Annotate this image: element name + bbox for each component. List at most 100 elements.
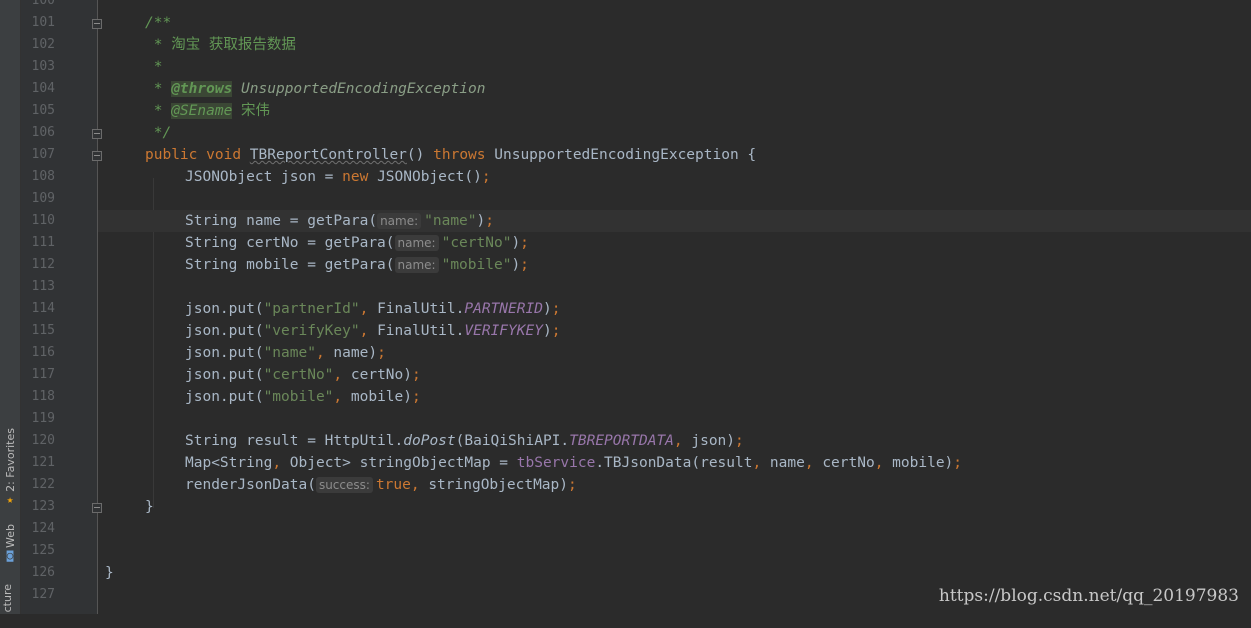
code-line: /** (98, 12, 1251, 34)
code-line: String mobile = getPara(name: "mobile"); (98, 254, 1251, 276)
close-paren: ) (368, 345, 378, 361)
string-literal: "certNo" (263, 367, 334, 383)
json-put: json.put( (185, 323, 264, 339)
code-line: */ (98, 122, 1251, 144)
comma: , (673, 433, 683, 449)
comment-blank: * (145, 59, 163, 75)
comma: , (804, 455, 814, 471)
semicolon: ; (551, 301, 561, 317)
string-mobile-decl: String mobile = getPara( (185, 257, 395, 273)
jsonobject-ctor: JSONObject() (377, 169, 482, 185)
line-number: 102 (31, 37, 55, 52)
star-icon: ★ (6, 492, 14, 506)
string-literal: "mobile" (441, 257, 512, 273)
line-number: 122 (31, 477, 55, 492)
code-line: } (98, 562, 1251, 584)
tbjson-call: .TBJsonData(result (595, 455, 753, 471)
line-number: 118 (31, 389, 55, 404)
json-put: json.put( (185, 301, 264, 317)
close-paren: ) (944, 455, 954, 471)
string-literal: "mobile" (263, 389, 334, 405)
line-number: 109 (31, 191, 55, 206)
web-icon: ◙ (6, 548, 14, 562)
line-number: 113 (31, 279, 55, 294)
keyword-true: true (375, 477, 411, 493)
semicolon: ; (520, 257, 529, 273)
keyword-void: void (206, 147, 242, 163)
close-paren: ) (542, 323, 552, 339)
structure-tab-label: cture (1, 584, 14, 613)
line-number: 114 (31, 301, 55, 316)
field-tbservice: tbService (516, 455, 596, 471)
javadoc-throws-tag: @throws (171, 81, 233, 97)
string-certno-decl: String certNo = getPara( (185, 235, 395, 251)
close-paren: ) (511, 235, 521, 251)
code-line: json.put("name", name); (98, 342, 1251, 364)
string-literal: "name" (424, 213, 477, 229)
line-number: 119 (31, 411, 55, 426)
favorites-tab[interactable]: 2: Favorites ★ (1, 428, 19, 506)
code-line: * 淘宝 获取报告数据 (98, 34, 1251, 56)
render-args: stringObjectMap) (419, 477, 568, 493)
web-tab[interactable]: Web ◙ (1, 524, 19, 562)
parameter-hint: name: (394, 235, 439, 251)
code-editor[interactable]: /** * 淘宝 获取报告数据 * * @throws UnsupportedE… (98, 0, 1251, 614)
json-put: json.put( (185, 389, 264, 405)
string-literal: "partnerId" (263, 301, 360, 317)
string-literal: "name" (263, 345, 316, 361)
code-line: * @throws UnsupportedEncodingException (98, 78, 1251, 100)
line-number: 121 (31, 455, 55, 470)
code-line: json.put("verifyKey", FinalUtil.VERIFYKE… (98, 320, 1251, 342)
json-put: json.put( (185, 367, 264, 383)
brace-close: } (105, 565, 114, 581)
semicolon: ; (412, 389, 421, 405)
code-line: json.put("certNo", certNo); (98, 364, 1251, 386)
line-number: 110 (31, 213, 55, 228)
line-number: 103 (31, 59, 55, 74)
line-number: 105 (31, 103, 55, 118)
tool-window-strip: 2: Favorites ★ Web ◙ cture (0, 0, 21, 614)
editor-gutter[interactable]: 100 101 102 103 104 105 106 107 108 109 110 111 112 1… (21, 0, 102, 614)
semicolon: ; (568, 477, 577, 493)
string-literal: "verifyKey" (263, 323, 360, 339)
result-decl: String result = HttpUtil. (185, 433, 404, 449)
line-number: 115 (31, 323, 55, 338)
semicolon: ; (520, 235, 529, 251)
finalutil-ref: FinalUtil. (368, 301, 465, 317)
jsonobject-decl: JSONObject json = (185, 169, 343, 185)
structure-tab[interactable]: cture (1, 584, 19, 612)
close-paren: ) (403, 367, 412, 383)
comment-open: /** (145, 15, 172, 31)
javadoc-throws-type: UnsupportedEncodingException (241, 81, 486, 97)
code-line: Map<String, Object> stringObjectMap = tb… (98, 452, 1251, 474)
render-call: renderJsonData( (185, 477, 316, 493)
semicolon: ; (481, 169, 491, 185)
semicolon: ; (412, 367, 421, 383)
code-line: json.put("partnerId", FinalUtil.PARTNERI… (98, 298, 1251, 320)
semicolon: ; (735, 433, 744, 449)
keyword-public: public (145, 147, 198, 163)
arg-certno: certNo (813, 455, 875, 471)
code-line: } (98, 496, 1251, 518)
method-name[interactable]: TBReportController (250, 147, 407, 163)
constant-partnerid: PARTNERID (464, 301, 543, 317)
code-line: renderJsonData(success: true, stringObjec… (98, 474, 1251, 496)
comment-star: * (145, 103, 172, 119)
map-decl: Map<String (185, 455, 273, 471)
dopost-call: doPost (403, 433, 456, 449)
map-object: Object> stringObjectMap = (281, 455, 517, 471)
brace-open: { (747, 147, 757, 163)
semicolon: ; (485, 213, 494, 229)
method-parens: () (406, 147, 425, 163)
line-number: 117 (31, 367, 55, 382)
json-put: json.put( (185, 345, 264, 361)
arg-certno: certNo (342, 367, 404, 383)
line-number: 123 (31, 499, 55, 514)
line-number: 111 (31, 235, 55, 250)
exception-type[interactable]: UnsupportedEncodingException (494, 147, 738, 163)
line-number: 126 (31, 565, 55, 580)
comma: , (333, 367, 343, 383)
json-arg: json) (682, 433, 736, 449)
brace-close: } (145, 499, 154, 515)
line-number: 124 (31, 521, 55, 536)
